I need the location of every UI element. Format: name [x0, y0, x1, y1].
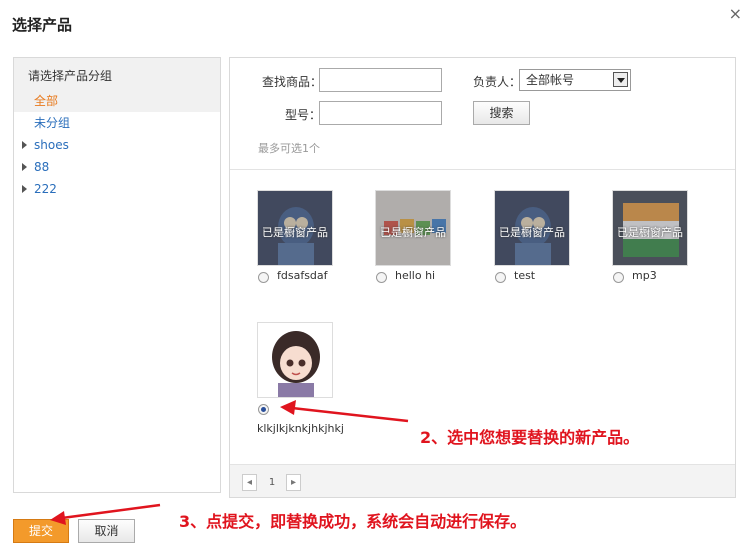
product-radio[interactable] [258, 404, 269, 415]
model-label: 型号： [285, 108, 322, 122]
group-item-label: 全部 [34, 94, 59, 108]
group-item-label: shoes [34, 138, 69, 152]
group-item-ungrouped[interactable]: 未分组 [14, 112, 220, 134]
group-item-label: 未分组 [34, 116, 71, 130]
owner-label: 负责人： [473, 75, 522, 89]
owner-select-value: 全部帐号 [526, 73, 575, 87]
product-thumbnail[interactable]: 已是橱窗产品 [257, 190, 333, 266]
product-radio[interactable] [376, 272, 387, 283]
product-thumbnail[interactable] [257, 322, 333, 398]
search-area: 查找商品： 负责人： 全部帐号 型号： 搜索 最多可选1个 [230, 58, 735, 170]
product-thumbnail[interactable]: 已是橱窗产品 [375, 190, 451, 266]
expand-triangle-icon[interactable] [22, 163, 27, 171]
group-panel: 请选择产品分组 全部 未分组 shoes 88 222 [13, 57, 221, 493]
annotation-step-3: 3、点提交，即替换成功，系统会自动进行保存。 [179, 512, 527, 531]
prev-page-icon[interactable]: ◂ [242, 474, 257, 491]
product-radio[interactable] [613, 272, 624, 283]
product-grid: 已是橱窗产品 fdsafsdaf 已是橱窗产品 hello hi 已是橱窗产品 … [230, 171, 735, 464]
annotation-arrow-3 [61, 503, 161, 520]
annotation-step-2: 2、选中您想要替换的新产品。 [420, 428, 640, 447]
group-panel-header: 请选择产品分组 [14, 58, 220, 90]
group-item-label: 88 [34, 160, 50, 174]
model-input[interactable] [319, 101, 442, 125]
close-icon[interactable]: × [729, 6, 742, 22]
product-search-input[interactable] [319, 68, 442, 92]
search-button[interactable]: 搜索 [473, 101, 530, 125]
owner-select[interactable]: 全部帐号 [519, 69, 631, 91]
cancel-button[interactable]: 取消 [78, 519, 135, 543]
product-name: klkjlkjknkjhkjhkj [257, 422, 344, 435]
expand-triangle-icon[interactable] [22, 185, 27, 193]
group-item-shoes[interactable]: shoes [14, 134, 220, 156]
dialog-title: 选择产品 [12, 16, 73, 34]
product-radio[interactable] [258, 272, 269, 283]
product-name: mp3 [632, 269, 657, 282]
product-thumbnail[interactable]: 已是橱窗产品 [612, 190, 688, 266]
cartoon-girl-image [258, 323, 332, 397]
showcase-tag: 已是橱窗产品 [262, 226, 328, 239]
product-name: hello hi [395, 269, 436, 282]
pagination: ◂ 1 ▸ [230, 464, 735, 497]
product-radio[interactable] [495, 272, 506, 283]
selection-limit-hint: 最多可选1个 [258, 142, 320, 155]
page-number[interactable]: 1 [263, 474, 281, 491]
dropdown-arrow-icon[interactable] [613, 72, 628, 87]
submit-button[interactable]: 提交 [13, 519, 69, 543]
product-name: test [514, 269, 536, 282]
showcase-tag: 已是橱窗产品 [380, 226, 446, 239]
showcase-tag: 已是橱窗产品 [617, 226, 683, 239]
group-item-222[interactable]: 222 [14, 178, 220, 200]
product-search-label: 查找商品： [262, 75, 323, 89]
group-item-label: 222 [34, 182, 57, 196]
group-item-all[interactable]: 全部 [14, 90, 220, 112]
product-name: fdsafsdaf [277, 269, 328, 282]
next-page-icon[interactable]: ▸ [286, 474, 301, 491]
expand-triangle-icon[interactable] [22, 141, 27, 149]
product-thumbnail[interactable]: 已是橱窗产品 [494, 190, 570, 266]
group-item-88[interactable]: 88 [14, 156, 220, 178]
showcase-tag: 已是橱窗产品 [499, 226, 565, 239]
